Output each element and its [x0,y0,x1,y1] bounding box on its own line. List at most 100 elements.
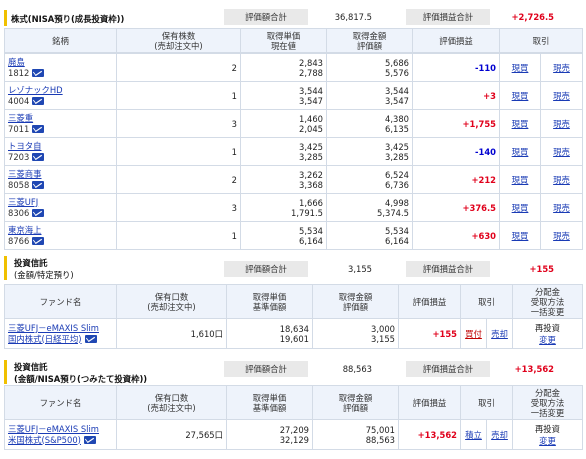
stock-price: 3,262 3,368 [240,165,327,194]
col-header-qty: 保有株数 (売却注文中) [116,28,241,53]
buy-link[interactable]: 現買 [512,119,529,129]
stock-price1: 5,534 [299,225,323,236]
stock-name-link[interactable]: 廃島 [8,57,113,68]
section-title-2: (金額/特定預り) [14,270,74,280]
stock-amount: 4,998 5,374.5 [326,193,413,222]
stock-name-cell: トヨタ自 7203 [4,137,117,166]
col-header-units: 保有口数 (売却注文中) [116,284,227,319]
stock-sell-cell: 現売 [540,109,583,138]
fund-sell-cell: 売却 [486,419,513,450]
fund-name-line2[interactable]: 米国株式(S&P500) [8,435,113,446]
sell-link[interactable]: 売却 [491,430,508,440]
sell-link[interactable]: 売却 [491,329,508,339]
buy-link[interactable]: 現買 [512,91,529,101]
stock-price1: 3,544 [299,85,323,96]
stock-amt2: 6,736 [385,179,409,190]
col-header-price: 取得単価 現在値 [240,28,327,53]
stock-qty: 3 [116,193,241,222]
stock-name-link[interactable]: 三菱商事 [8,169,113,180]
stock-name-cell: 廃島 1812 [4,53,117,82]
stock-amt2: 5,576 [385,67,409,78]
sell-link[interactable]: 現売 [553,63,570,73]
stock-pl: +630 [412,221,500,250]
mail-icon[interactable] [84,335,97,343]
stock-price2: 3,368 [299,179,323,190]
stock-name-link[interactable]: 三菱重 [8,113,113,124]
buy-link[interactable]: 買付 [465,329,482,339]
fund-dist-cell: 再投資 変更 [512,419,583,450]
col-header-dist: 分配金 受取方法 一括変更 [512,385,583,420]
mail-icon[interactable] [32,153,45,161]
fund-name-line1[interactable]: 三菱UFJ－eMAXIS Slim [8,424,113,435]
mail-icon[interactable] [32,209,45,217]
mail-icon[interactable] [32,237,45,245]
col-header-qty-text: 保有株数 (売却注文中) [154,30,203,51]
fund-name-line2[interactable]: 国内株式(日経平均) [8,334,113,345]
buy-link[interactable]: 現買 [512,147,529,157]
dist-method: 再投資 [534,423,561,434]
stock-name-link[interactable]: トヨタ自 [8,141,113,152]
mail-icon[interactable] [32,181,45,189]
mail-icon[interactable] [83,436,96,444]
section-marker [4,360,7,384]
stock-code-line: 8766 [8,236,113,247]
fund-buy-cell: 買付 [460,318,487,349]
stock-amt2: 5,374.5 [377,207,409,218]
stock-amt1: 5,686 [385,57,409,68]
stock-amount: 5,686 5,576 [326,53,413,82]
fund-price1: 27,209 [279,424,309,435]
fund-name-cell[interactable]: 三菱UFJ－eMAXIS Slim 米国株式(S&P500) [4,419,117,450]
buy-link[interactable]: 現買 [512,231,529,241]
stock-code-line: 7203 [8,152,113,163]
col-header-price-text: 取得単価 基準価額 [252,291,287,312]
mail-icon[interactable] [32,69,45,77]
stock-amt1: 5,534 [385,225,409,236]
sell-link[interactable]: 現売 [553,175,570,185]
stock-code: 7203 [8,151,30,162]
stock-name-link[interactable]: 三菱UFJ [8,197,113,208]
buy-link[interactable]: 現買 [512,63,529,73]
stock-row: 東京海上 8766 1 5,534 6,164 5,534 6,164 +630 現買 現売 [4,221,583,250]
sell-link[interactable]: 現売 [553,91,570,101]
sell-link[interactable]: 現売 [553,203,570,213]
sell-link[interactable]: 現売 [553,119,570,129]
fund-price1: 18,634 [279,323,309,334]
col-header-price-text: 取得単価 現在値 [266,30,301,51]
tsumitate-link[interactable]: 積立 [465,430,482,440]
buy-link[interactable]: 現買 [512,175,529,185]
dist-method: 再投資 [534,322,561,333]
stock-price2: 6,164 [299,235,323,246]
stock-amt2: 6,164 [385,235,409,246]
section-title-1: 投資信託 [14,362,48,372]
stock-amount: 3,425 3,285 [326,137,413,166]
stock-buy-cell: 現買 [499,81,541,110]
col-header-units-text: 保有口数 (売却注文中) [147,291,196,312]
summary-value-total: 3,155 [348,264,372,274]
stock-price2: 2,788 [299,67,323,78]
stock-name-link[interactable]: 東京海上 [8,225,113,236]
stock-amount: 6,524 6,736 [326,165,413,194]
stock-row: 三菱UFJ 8306 3 1,666 1,791.5 4,998 5,374.5 +376.5… [4,193,583,222]
buy-link[interactable]: 現買 [512,203,529,213]
fund-name-line2-text[interactable]: 国内株式(日経平均) [8,334,82,344]
dist-change-link[interactable]: 変更 [516,334,579,346]
mail-icon[interactable] [32,97,45,105]
stock-price2: 1,791.5 [291,207,323,218]
fund-name-line1[interactable]: 三菱UFJ－eMAXIS Slim [8,323,113,334]
fund-name-line2-text[interactable]: 米国株式(S&P500) [8,435,81,445]
fund-name-cell[interactable]: 三菱UFJ－eMAXIS Slim 国内株式(日経平均) [4,318,117,349]
stock-price1: 3,425 [299,141,323,152]
sell-link[interactable]: 現売 [553,231,570,241]
stock-name-link[interactable]: レゾナックHD [8,85,113,96]
mail-icon[interactable] [32,125,45,133]
sell-link[interactable]: 現売 [553,147,570,157]
stock-amt2: 3,285 [385,151,409,162]
dist-change-link[interactable]: 変更 [516,435,579,447]
stock-qty: 3 [116,109,241,138]
stock-price: 3,544 3,547 [240,81,327,110]
summary-label-pl: 評価損益合計 [406,261,490,277]
col-header-trade: 取引 [499,28,583,53]
col-header-dist: 分配金 受取方法 一括変更 [512,284,583,319]
stock-pl: +212 [412,165,500,194]
summary-value-pl: +2,726.5 [511,12,554,22]
